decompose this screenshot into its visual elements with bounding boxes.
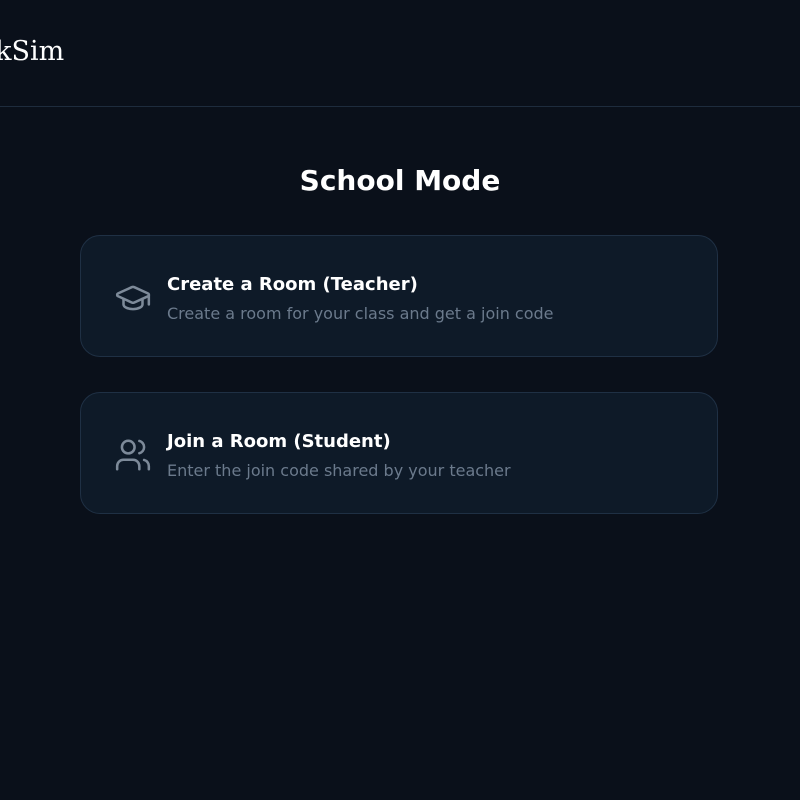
graduation-cap-icon <box>114 279 152 317</box>
card-title: Join a Room (Student) <box>167 431 391 452</box>
page: ckSim School Mode Create a Room (Teacher… <box>0 0 800 800</box>
card-title: Create a Room (Teacher) <box>167 274 418 295</box>
header: ckSim <box>0 0 800 107</box>
users-icon <box>114 436 152 474</box>
brand-logo[interactable]: ckSim <box>0 36 64 67</box>
page-title: School Mode <box>299 164 501 197</box>
join-room-student-button[interactable]: Join a Room (Student) Enter the join cod… <box>80 392 718 514</box>
create-room-teacher-button[interactable]: Create a Room (Teacher) Create a room fo… <box>80 235 718 357</box>
card-description: Create a room for your class and get a j… <box>167 304 554 323</box>
card-description: Enter the join code shared by your teach… <box>167 461 511 480</box>
